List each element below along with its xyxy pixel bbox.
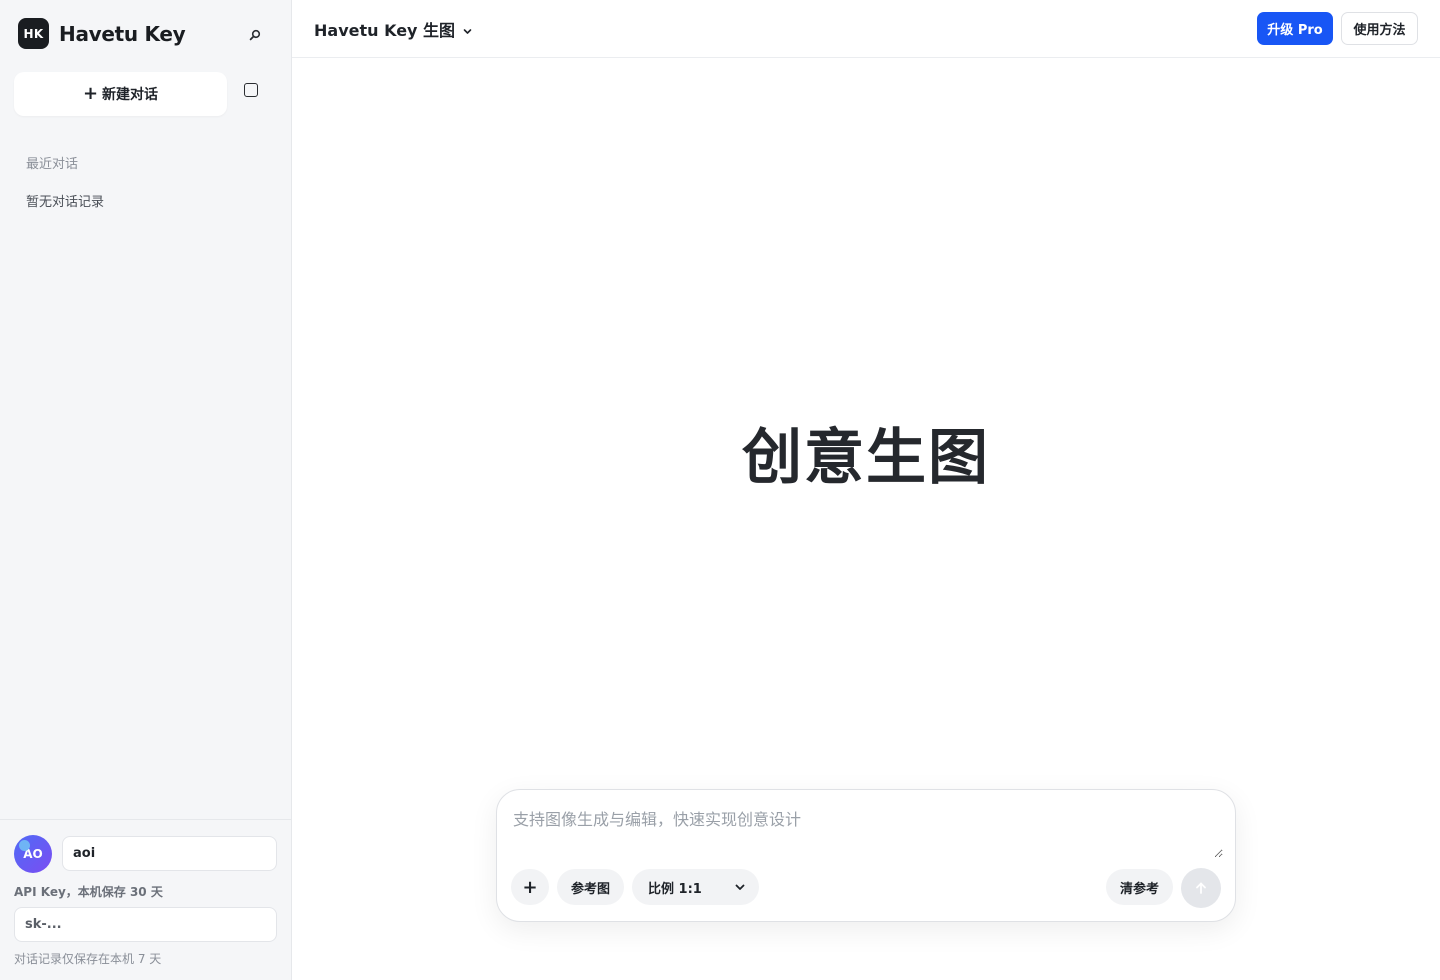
arrow-up-icon bbox=[1196, 882, 1206, 894]
username-field[interactable] bbox=[62, 836, 277, 871]
plus-icon: + bbox=[82, 83, 99, 104]
brand-name: Havetu Key bbox=[59, 21, 186, 46]
reference-image-button[interactable]: 参考图 bbox=[557, 869, 624, 905]
empty-history-text: 暂无对话记录 bbox=[26, 195, 105, 210]
chevron-down-icon bbox=[463, 28, 472, 34]
send-button[interactable] bbox=[1181, 868, 1221, 908]
sidebar-footer: AO API Key，本机保存 30 天 对话记录仅保存在本机 7 天 bbox=[0, 819, 291, 980]
recent-conversations-heading: 最近对话 bbox=[26, 157, 79, 172]
how-to-use-button[interactable]: 使用方法 bbox=[1341, 12, 1418, 45]
status-dot bbox=[19, 840, 30, 851]
new-chat-label: 新建对话 bbox=[102, 87, 159, 103]
aspect-ratio-select[interactable]: 比例 1:1 bbox=[632, 869, 759, 905]
search-button[interactable] bbox=[244, 24, 266, 46]
search-icon bbox=[249, 29, 261, 41]
api-key-note: API Key，本机保存 30 天 bbox=[14, 885, 163, 899]
brand[interactable]: HK Havetu Key bbox=[18, 18, 186, 49]
model-selector[interactable]: Havetu Key 生图 bbox=[314, 17, 472, 41]
toggle-sidebar-button[interactable] bbox=[244, 83, 258, 97]
top-bar: Havetu Key 生图 升级 Pro 使用方法 bbox=[292, 0, 1440, 58]
prompt-input[interactable] bbox=[509, 802, 1223, 858]
api-key-field[interactable] bbox=[14, 907, 277, 942]
sidebar: HK Havetu Key + 新建对话 最近对话 暂无对话记录 AO API … bbox=[0, 0, 292, 980]
new-chat-button[interactable]: + 新建对话 bbox=[14, 72, 227, 116]
chevron-down-icon bbox=[735, 884, 745, 890]
add-attachment-button[interactable]: + bbox=[511, 869, 549, 905]
aspect-ratio-value: 比例 1:1 bbox=[648, 881, 702, 897]
brand-logo: HK bbox=[18, 18, 49, 49]
avatar[interactable]: AO bbox=[14, 835, 52, 873]
plus-icon: + bbox=[522, 876, 538, 898]
prompt-composer: + 参考图 比例 1:1 清参考 bbox=[496, 789, 1236, 922]
hero-title: 创意生图 bbox=[742, 423, 990, 493]
upgrade-pro-button[interactable]: 升级 Pro bbox=[1257, 12, 1333, 45]
history-retention-note: 对话记录仅保存在本机 7 天 bbox=[14, 952, 162, 966]
clear-reference-button[interactable]: 清参考 bbox=[1106, 869, 1173, 905]
page-title: Havetu Key 生图 bbox=[314, 21, 456, 40]
